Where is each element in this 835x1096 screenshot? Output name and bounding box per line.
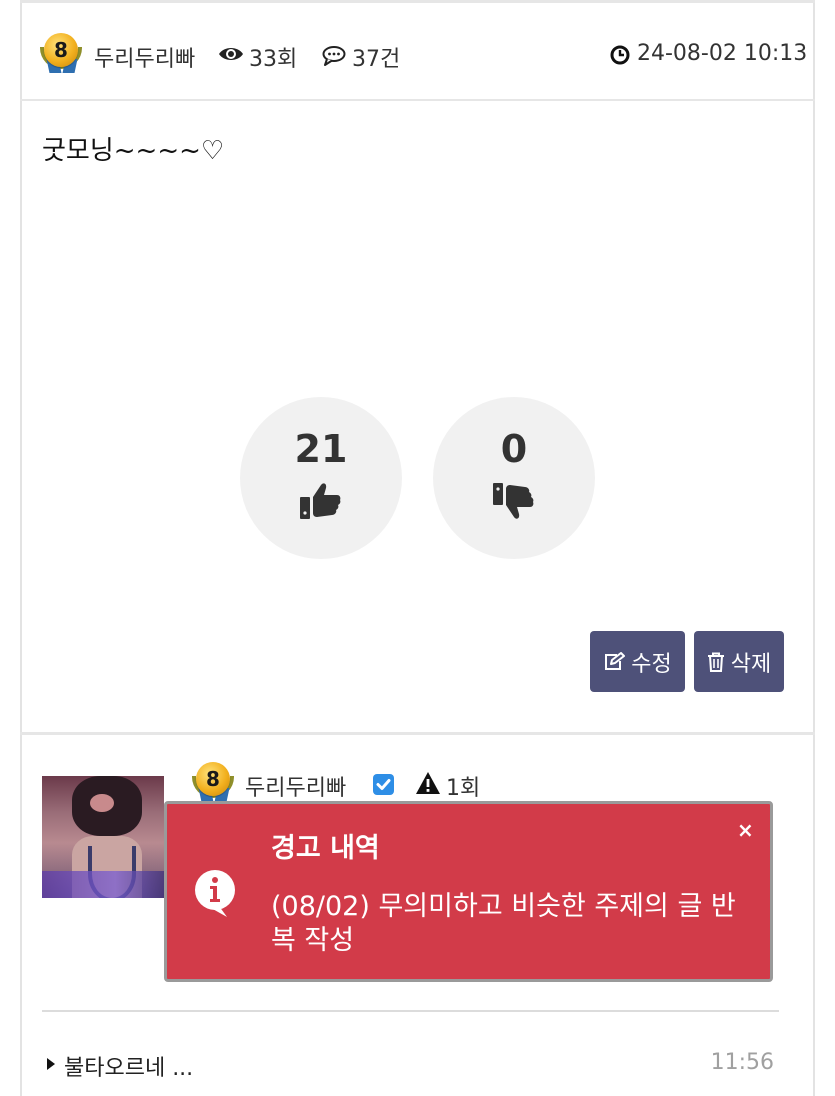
reply-text[interactable]: 불타오르네 ...	[64, 1050, 193, 1082]
dislike-count: 0	[500, 427, 528, 471]
reply-item[interactable]: 불타오르네 ... 11:56	[46, 1050, 774, 1082]
caret-right-icon	[47, 1058, 55, 1070]
eye-icon	[219, 48, 243, 60]
level-badge-icon: 8	[40, 33, 84, 77]
post-header: 8 두리두리빠 33회 37건 24-08-02 10:13	[20, 3, 815, 101]
view-count: 33회	[249, 47, 298, 72]
info-icon	[195, 870, 235, 917]
edit-button[interactable]: 수정	[590, 631, 685, 692]
like-count: 21	[294, 427, 348, 471]
comment-level-badge-number: 8	[196, 762, 230, 796]
like-button[interactable]: 21	[240, 397, 402, 559]
reply-time: 11:56	[710, 1050, 774, 1075]
clock-icon	[610, 45, 630, 65]
warning-icon	[416, 772, 440, 794]
trash-icon	[707, 652, 724, 672]
thumbs-down-icon	[493, 483, 534, 519]
alert-message: (08/02) 무의미하고 비슷한 주제의 글 반복 작성	[271, 891, 736, 956]
comment-divider	[42, 1010, 779, 1012]
edit-icon	[605, 651, 626, 670]
warning-alert-popup: 경고 내역 (08/02) 무의미하고 비슷한 주제의 글 반복 작성 ×	[164, 801, 773, 982]
post-content: 굿모닝~~~~♡	[42, 136, 225, 166]
comment-level-badge-icon: 8	[192, 762, 236, 806]
delete-button-label: 삭제	[730, 651, 772, 677]
comment-count: 37건	[352, 47, 401, 72]
comment-author-name[interactable]: 두리두리빠	[245, 770, 346, 802]
delete-button[interactable]: 삭제	[694, 631, 784, 692]
level-badge-number: 8	[44, 33, 78, 67]
section-divider	[20, 732, 815, 735]
edit-button-label: 수정	[631, 651, 672, 677]
post-datetime: 24-08-02 10:13	[637, 41, 808, 66]
alert-title: 경고 내역	[271, 833, 380, 864]
avatar[interactable]	[42, 776, 164, 898]
comment-icon	[322, 46, 346, 66]
check-icon	[373, 774, 394, 795]
author-name[interactable]: 두리두리빠	[94, 41, 195, 73]
dislike-button[interactable]: 0	[433, 397, 595, 559]
thumbs-up-icon	[300, 483, 341, 519]
warning-count[interactable]: 1회	[446, 770, 480, 802]
alert-close-button[interactable]: ×	[737, 818, 754, 842]
